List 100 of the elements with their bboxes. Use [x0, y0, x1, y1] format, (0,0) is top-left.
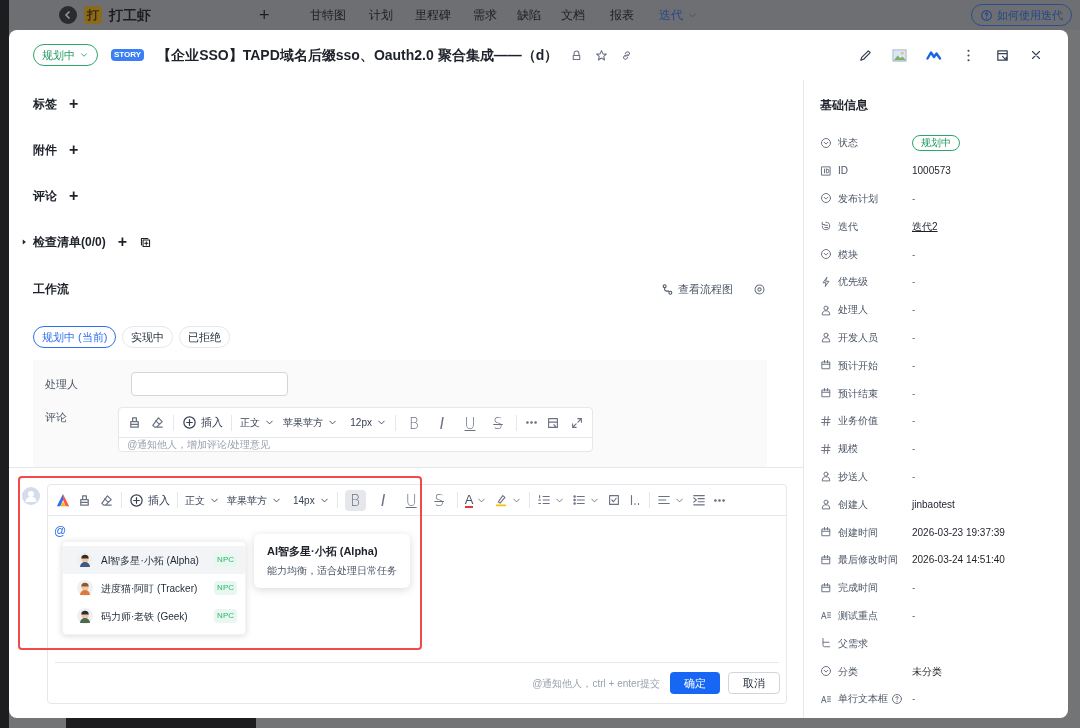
mention-option[interactable]: 进度猫·阿盯 (Tracker) NPC [63, 574, 245, 602]
field-value[interactable]: 迭代2 [912, 218, 938, 234]
npc-tag: NPC [214, 609, 237, 623]
clear-format-icon[interactable] [150, 415, 166, 430]
insert-button[interactable]: 插入 [182, 414, 224, 431]
align-icon[interactable] [657, 493, 672, 507]
calendar-icon [820, 526, 832, 539]
chevron-down-icon [79, 50, 89, 60]
avatar [77, 552, 93, 568]
comment-composer[interactable]: 插入 正文 苹果苹方 14px B I U S A @ AI智多星·小拓 (Alpha) NPC 进度猫·阿盯 (Tracker) NPC 码力师·老铁 (Geek) NPC AI智多星·小拓 (Alpha) 能力均衡，适合处理日常任务 @通知他人，ctrl + enter提交 确定 取消 [47, 484, 787, 704]
checklist-icon[interactable] [607, 493, 622, 507]
field-value: - [912, 469, 916, 484]
paragraph-style-dropdown[interactable]: 正文 [185, 492, 220, 508]
paragraph-style-dropdown[interactable]: 正文 [240, 415, 276, 430]
field-value: 未分类 [912, 664, 942, 679]
numbered-list-icon[interactable] [537, 493, 552, 507]
field-label: 迭代 [838, 219, 858, 234]
field-label: 评论 [45, 410, 68, 425]
view-flowchart-link[interactable]: 查看流程图 [661, 280, 733, 298]
image-icon[interactable] [892, 47, 907, 63]
tree-icon [820, 637, 832, 650]
edit-icon[interactable] [858, 47, 873, 63]
field-value: - [912, 247, 916, 262]
tooltip-title: AI智多星·小拓 (Alpha) [267, 544, 379, 559]
insert-button[interactable]: 插入 [129, 491, 170, 509]
npc-tag: NPC [214, 581, 237, 595]
composer-text: @ [53, 523, 68, 540]
mention-option[interactable]: AI智多星·小拓 (Alpha) NPC [63, 546, 245, 574]
font-size-dropdown[interactable]: 12px [350, 415, 387, 430]
fullscreen-icon[interactable] [570, 415, 584, 430]
section-label: 检查清单(0/0) [33, 234, 106, 251]
italic-button[interactable]: I [372, 489, 394, 511]
section-label: 评论 [33, 188, 57, 205]
clear-format-icon[interactable] [99, 492, 114, 508]
font-color-button[interactable]: A [464, 492, 474, 508]
dropdown-icon [820, 248, 832, 261]
collapse-icon[interactable] [59, 6, 77, 24]
underline-button[interactable]: U [400, 489, 422, 511]
field-value: - [912, 358, 916, 373]
field-label: 开发人员 [838, 330, 878, 345]
open-in-window-icon[interactable] [995, 47, 1010, 63]
font-family-dropdown[interactable]: 苹果苹方 [227, 492, 282, 508]
add-button[interactable]: + [69, 96, 79, 112]
field-label: 分类 [838, 664, 858, 679]
story-title: 【企业SSO】TAPD域名后缀sso、Oauth2.0 聚合集成——（d） [157, 45, 559, 65]
story-type-badge: STORY [111, 49, 145, 61]
field-value: 2026-03-24 14:51:40 [912, 553, 1005, 568]
cancel-button[interactable]: 取消 [728, 672, 780, 694]
comment-editor[interactable]: 插入 正文 苹果苹方 12px B I U S @通知他人，增加评论/处理意见 [118, 407, 593, 452]
underline-button[interactable]: U [460, 412, 480, 433]
dropdown-icon [820, 192, 832, 205]
field-label: 优先级 [838, 275, 868, 290]
mention-option[interactable]: 码力师·老铁 (Geek) NPC [63, 602, 245, 630]
settings-icon[interactable] [753, 282, 766, 296]
strike-button[interactable]: S [488, 412, 508, 433]
help-icon[interactable] [891, 692, 903, 705]
tooltip-description: 能力均衡，适合处理日常任务 [267, 563, 397, 578]
font-size-dropdown[interactable]: 14px [293, 492, 330, 508]
iteration-icon [820, 220, 832, 233]
field-value: - [912, 442, 916, 457]
field-value: 1000573 [912, 164, 951, 179]
ai-logo-icon[interactable] [56, 493, 70, 507]
section-label: 标签 [33, 96, 57, 113]
font-family-dropdown[interactable]: 苹果苹方 [283, 415, 339, 430]
bold-button[interactable]: B [404, 412, 424, 433]
lightning-icon [820, 275, 832, 288]
field-value: - [912, 692, 916, 707]
add-circle-icon [182, 415, 198, 430]
bold-button[interactable]: B [344, 489, 366, 511]
indent-icon[interactable] [692, 493, 707, 507]
star-icon[interactable] [595, 48, 609, 62]
calendar-icon [820, 387, 832, 400]
flowchart-icon [661, 282, 674, 296]
assignee-field[interactable] [131, 372, 288, 396]
field-label: 业务价值 [838, 414, 878, 429]
add-button[interactable]: + [69, 142, 79, 158]
bullet-list-icon[interactable] [572, 493, 587, 507]
field-label: 完成时间 [838, 581, 878, 596]
confirm-button[interactable]: 确定 [670, 672, 720, 694]
format-painter-icon[interactable] [77, 492, 92, 508]
field-label: 规模 [838, 442, 858, 457]
calendar-icon [820, 581, 832, 594]
table-icon[interactable] [546, 415, 560, 430]
field-value: - [912, 275, 916, 290]
field-value: 2026-03-23 19:37:39 [912, 525, 1005, 540]
close-icon[interactable] [1029, 48, 1043, 62]
calendar-icon [820, 359, 832, 372]
field-label: 发布计划 [838, 192, 878, 206]
add-button[interactable]: + [69, 188, 79, 204]
mention-name: 码力师·老铁 (Geek) [101, 609, 188, 624]
text-field-icon [820, 609, 832, 622]
copy-add-icon[interactable] [139, 235, 153, 249]
highlight-icon[interactable] [494, 493, 509, 507]
add-button[interactable]: + [117, 234, 128, 250]
dropdown-icon [820, 665, 832, 678]
avatar [77, 608, 93, 624]
field-value: - [912, 303, 916, 318]
field-label: 创建时间 [838, 525, 878, 540]
italic-button[interactable]: I [432, 412, 452, 433]
strike-button[interactable]: S [428, 489, 450, 511]
